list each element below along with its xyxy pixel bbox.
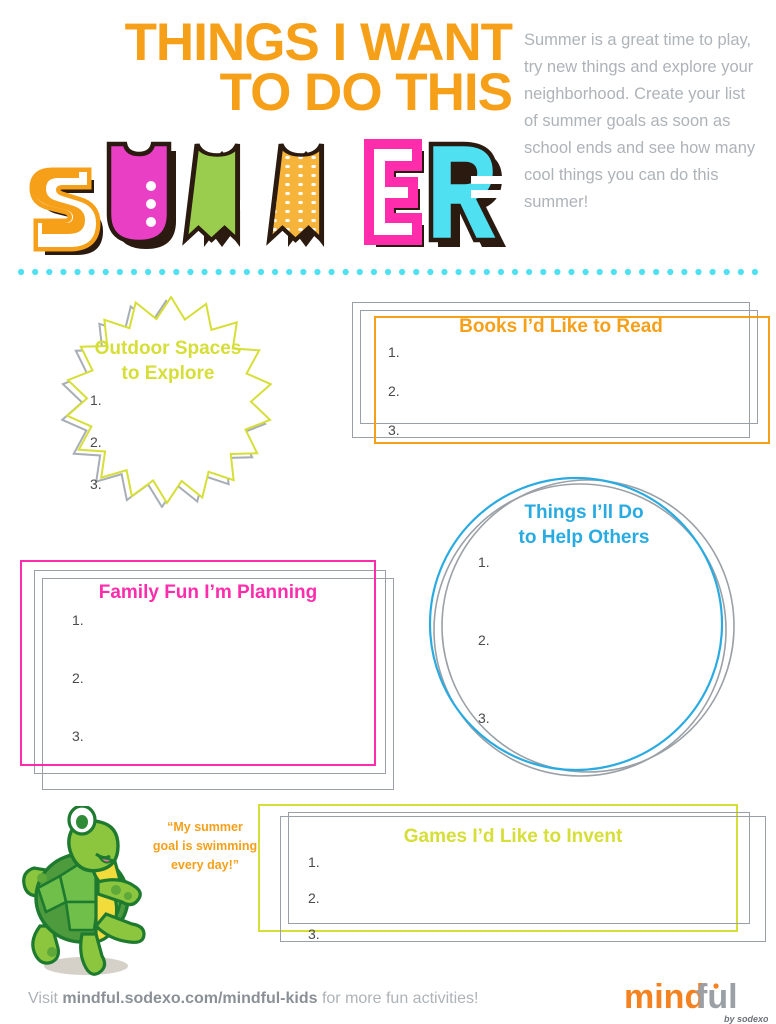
footer-link[interactable]: mindful.sodexo.com/mindful-kids — [62, 990, 317, 1007]
list-item[interactable]: 2. — [90, 434, 102, 450]
list-item[interactable]: 3. — [308, 926, 320, 942]
list-item[interactable]: 3. — [90, 476, 102, 492]
worksheet-page: THINGS I WANT TO DO THIS Summer is a gre… — [0, 0, 776, 1024]
list-item[interactable]: 2. — [388, 383, 400, 399]
family-list: 1. 2. 3. — [72, 612, 84, 786]
summer-wordmark — [8, 138, 514, 256]
quote-line-2: goal is swimming — [152, 839, 258, 853]
card-title-outdoor: Outdoor Spaces to Explore — [12, 336, 324, 386]
quote-line-3: every day!” — [170, 858, 240, 872]
card-title-games: Games I’d Like to Invent — [403, 826, 623, 847]
title-line-2: TO DO THIS — [219, 63, 513, 122]
logo-tagline: by sodexo — [724, 1014, 768, 1024]
quote-line-1: “My summer — [167, 820, 243, 834]
turtle-quote: “My summer goal is swimming every day!” — [152, 818, 258, 875]
logo-mind: mind — [624, 978, 705, 1016]
list-item[interactable]: 2. — [308, 890, 320, 906]
card-title-family: Family Fun I’m Planning — [98, 582, 318, 603]
list-item[interactable]: 1. — [90, 392, 102, 408]
footer-prefix: Visit — [28, 990, 63, 1007]
card-books: Books I’d Like to Read 1. 2. 3. — [352, 298, 770, 450]
card-games: Games I’d Like to Invent 1. 2. 3. — [258, 800, 768, 948]
page-title: THINGS I WANT TO DO THIS — [22, 13, 513, 122]
help-list: 1. 2. 3. — [478, 554, 490, 788]
turtle-icon — [20, 804, 160, 978]
outdoor-list: 1. 2. 3. — [90, 392, 102, 518]
card-help-others: Things I’ll Do to Help Others 1. 2. 3. — [424, 472, 744, 784]
mindful-logo: mind ful by sodexo — [624, 978, 769, 1024]
list-item[interactable]: 2. — [72, 670, 84, 686]
list-item[interactable]: 1. — [388, 344, 400, 360]
list-item[interactable]: 1. — [478, 554, 490, 570]
card-title-books: Books I’d Like to Read — [459, 316, 663, 337]
footer-suffix: for more fun activities! — [317, 990, 479, 1007]
list-item[interactable]: 1. — [308, 854, 320, 870]
books-list: 1. 2. 3. — [388, 344, 400, 461]
games-list: 1. 2. 3. — [308, 854, 320, 962]
list-item[interactable]: 3. — [388, 422, 400, 438]
help-title-line1: Things I’ll Do — [524, 502, 644, 523]
help-title-line2: to Help Others — [518, 527, 650, 548]
title-line-1: THINGS I WANT — [124, 13, 513, 72]
list-item[interactable]: 3. — [72, 728, 84, 744]
footer-text: Visit mindful.sodexo.com/mindful-kids fo… — [28, 990, 478, 1008]
outdoor-title-line1: Outdoor Spaces — [94, 338, 242, 359]
list-item[interactable]: 3. — [478, 710, 490, 726]
outdoor-title-line2: to Explore — [121, 363, 215, 384]
card-title-help: Things I’ll Do to Help Others — [424, 500, 744, 550]
intro-paragraph: Summer is a great time to play, try new … — [524, 31, 756, 211]
card-outdoor-spaces: Outdoor Spaces to Explore 1. 2. 3. — [12, 296, 324, 508]
dotted-divider — [14, 263, 762, 276]
list-item[interactable]: 2. — [478, 632, 490, 648]
card-family-fun: Family Fun I’m Planning 1. 2. 3. — [20, 560, 396, 792]
list-item[interactable]: 1. — [72, 612, 84, 628]
